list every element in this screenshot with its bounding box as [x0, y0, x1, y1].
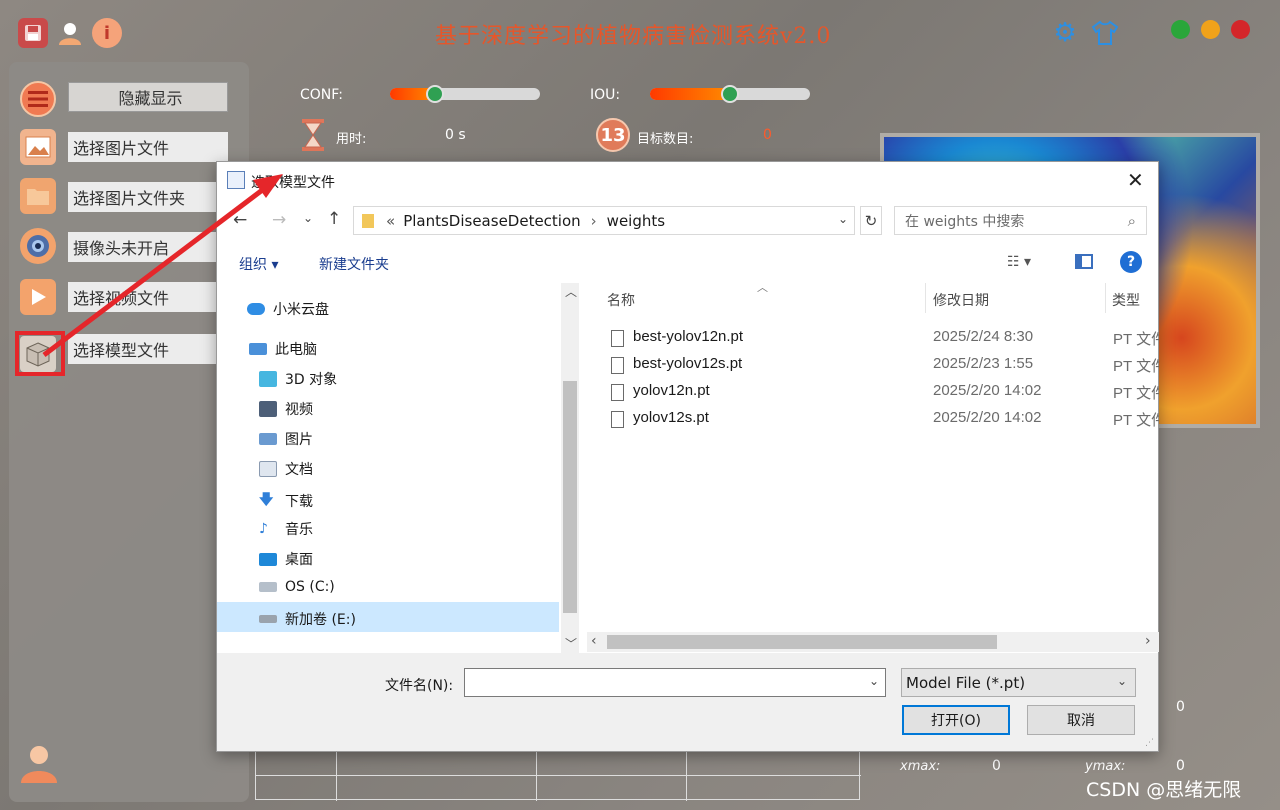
- annotation-arrow: [42, 174, 283, 357]
